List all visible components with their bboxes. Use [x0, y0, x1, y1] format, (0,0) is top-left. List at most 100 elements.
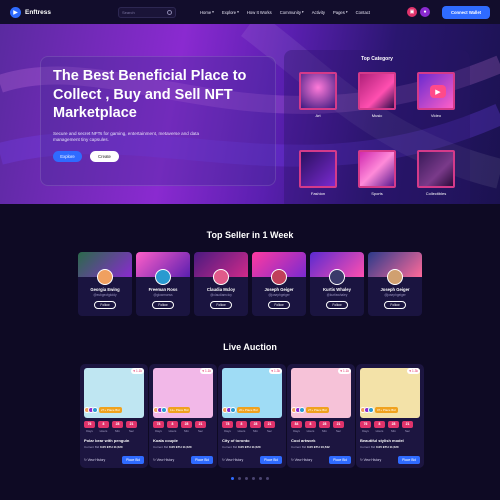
nft-name: City of toronto — [222, 438, 250, 443]
place-bid-button[interactable]: Place Bid — [191, 456, 213, 464]
timer-value: 84 — [291, 421, 302, 428]
follow-button[interactable]: Follow — [152, 301, 174, 309]
avatar — [387, 269, 403, 285]
countdown-timer: 78 Days 8 Hours 28 Min 21 Sec — [222, 421, 275, 433]
place-bid-button[interactable]: Place Bid — [122, 456, 144, 464]
logo-icon: ▶ — [10, 6, 21, 18]
logo[interactable]: ▶ Enftress — [10, 6, 80, 18]
seller-name: Georgia Ewing — [90, 287, 120, 292]
auction-card[interactable]: ♥ 1.1k 11+ Place Bid 78 Days 8 Hours 28 Min 21 Se… — [149, 364, 217, 468]
timer-box: 76 Days — [84, 421, 95, 433]
top-category-panel: Top Category Art Music ▶ Video Fashion S… — [284, 50, 470, 204]
carousel-dot[interactable] — [266, 477, 269, 480]
timer-box: 84 Days — [291, 421, 302, 433]
search-input[interactable]: Search — [118, 6, 176, 18]
like-badge[interactable]: ♥ 1.1k — [200, 368, 213, 374]
place-bid-button[interactable]: Place Bid — [260, 456, 282, 464]
seller-card[interactable]: Joseph Geiger @josephgeiger Follow — [252, 252, 306, 316]
carousel-dot[interactable] — [231, 477, 234, 480]
timer-label: Min — [253, 429, 258, 433]
like-count: 1.3k — [411, 369, 418, 373]
follow-button[interactable]: Follow — [384, 301, 406, 309]
carousel-dot[interactable] — [245, 477, 248, 480]
bid-count-badge: 11+ Place Bid — [168, 407, 191, 413]
category-music[interactable]: Music — [351, 72, 403, 122]
view-history-link[interactable]: ↻ View History — [222, 458, 243, 462]
seller-card[interactable]: Claudia Mcloy @claudiamcloy Follow — [194, 252, 248, 316]
menu-home[interactable]: Home — [200, 10, 211, 15]
timer-value: 28 — [181, 421, 192, 428]
timer-label: Hours — [237, 429, 246, 433]
timer-label: Min — [322, 429, 327, 433]
timer-label: Days — [155, 429, 162, 433]
seller-card[interactable]: Kurtis Whaley @kurtiswhaley Follow — [310, 252, 364, 316]
auction-card[interactable]: ♥ 1.3k 20+ Place Bid 78 Days 8 Hours 28 Min 21 Se… — [218, 364, 286, 468]
current-bid-label: Current Bid — [291, 445, 307, 449]
carousel-dot[interactable] — [252, 477, 255, 480]
seller-handle: @claudiamcloy — [210, 293, 232, 297]
carousel-dot[interactable] — [238, 477, 241, 480]
auction-card[interactable]: ♥ 1.1k 27+ Place Bid 84 Days 8 Hours 28 Min 21 Se… — [287, 364, 355, 468]
menu-explore[interactable]: Explore — [222, 10, 236, 15]
menu-activity[interactable]: Activity — [312, 10, 325, 15]
follow-button[interactable]: Follow — [268, 301, 290, 309]
current-bid: Current Bid 0.05 ETH 11,520 — [84, 445, 123, 449]
view-history-link[interactable]: ↻ View History — [360, 458, 381, 462]
category-art-image — [299, 72, 337, 110]
timer-value: 21 — [402, 421, 413, 428]
category-collectibles[interactable]: Collectibles — [410, 150, 462, 200]
timer-label: Days — [224, 429, 231, 433]
seller-handle: @glowmonss — [153, 293, 173, 297]
cart-icon[interactable]: ▣ — [407, 7, 417, 17]
timer-box: 8 Hours — [98, 421, 109, 433]
nft-name: Beautiful stylish model — [360, 438, 404, 443]
avatar — [155, 269, 171, 285]
view-history-link[interactable]: ↻ View History — [84, 458, 105, 462]
menu-how-it-works[interactable]: How It Works — [247, 10, 272, 15]
timer-label: Sec — [405, 429, 410, 433]
top-navbar: ▶ Enftress Search Home ▾ Explore ▾ How It … — [0, 0, 500, 24]
timer-box: 28 Min — [112, 421, 123, 433]
countdown-timer: 78 Days 8 Hours 28 Min 21 Sec — [153, 421, 206, 433]
play-icon: ▶ — [430, 85, 446, 98]
category-video[interactable]: ▶ Video — [410, 72, 462, 122]
category-art[interactable]: Art — [292, 72, 344, 122]
current-bid-label: Current Bid — [360, 445, 376, 449]
explore-button[interactable]: Explore — [53, 151, 82, 163]
view-history-label: View History — [363, 458, 382, 462]
hero-title: The Best Beneficial Place to Collect , B… — [53, 68, 247, 121]
seller-card[interactable]: Joseph Geiger @josephgeiger Follow — [368, 252, 422, 316]
auction-card[interactable]: ♥ 1.3k 07+ Place Bid 76 Days 8 Hours 28 Min 21 Se… — [356, 364, 424, 468]
connect-wallet-button[interactable]: Connect Wallet — [442, 5, 490, 19]
category-sports[interactable]: Sports — [351, 150, 403, 200]
view-history-link[interactable]: ↻ View History — [291, 458, 312, 462]
logo-text: Enftress — [25, 8, 52, 16]
carousel-dot[interactable] — [259, 477, 262, 480]
follow-button[interactable]: Follow — [94, 301, 116, 309]
seller-card[interactable]: Freeman Ross @glowmonss Follow — [136, 252, 190, 316]
timer-box: 8 Hours — [167, 421, 178, 433]
user-icon[interactable]: ● — [420, 7, 430, 17]
menu-community[interactable]: Community — [280, 10, 301, 15]
create-button[interactable]: Create — [90, 151, 119, 163]
view-history-link[interactable]: ↻ View History — [153, 458, 174, 462]
follow-button[interactable]: Follow — [326, 301, 348, 309]
like-badge[interactable]: ♥ 1.3k — [407, 368, 420, 374]
auction-card[interactable]: ♥ 1.1k 27+ Place Bid 76 Days 8 Hours 28 Min 21 Se… — [80, 364, 148, 468]
category-music-image — [358, 72, 396, 110]
like-badge[interactable]: ♥ 1.1k — [338, 368, 351, 374]
timer-box: 21 Sec — [126, 421, 137, 433]
like-badge[interactable]: ♥ 1.3k — [269, 368, 282, 374]
search-placeholder: Search — [122, 9, 135, 15]
follow-button[interactable]: Follow — [210, 301, 232, 309]
category-fashion[interactable]: Fashion — [292, 150, 344, 200]
timer-label: Min — [391, 429, 396, 433]
menu-contact[interactable]: Contact — [356, 10, 370, 15]
timer-label: Hours — [99, 429, 108, 433]
like-badge[interactable]: ♥ 1.1k — [131, 368, 144, 374]
place-bid-button[interactable]: Place Bid — [398, 456, 420, 464]
timer-value: 78 — [153, 421, 164, 428]
seller-card[interactable]: Georgia Ewing @eubgeofgkddy Follow — [78, 252, 132, 316]
place-bid-button[interactable]: Place Bid — [329, 456, 351, 464]
menu-pages[interactable]: Pages — [333, 10, 345, 15]
